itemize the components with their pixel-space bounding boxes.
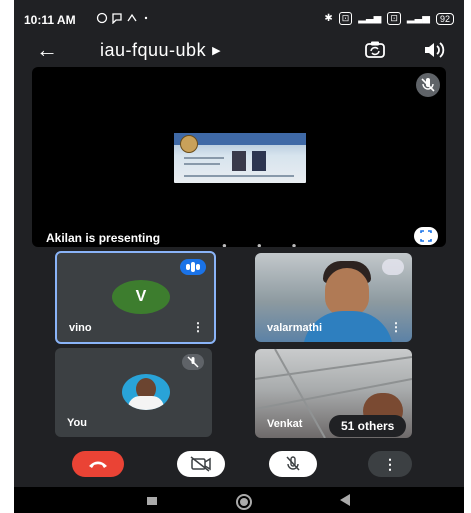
camera-toggle-button[interactable] — [177, 451, 225, 477]
others-count-badge[interactable]: 51 others — [329, 415, 407, 437]
phone-hangup-icon — [89, 461, 107, 468]
notification-icon-group — [96, 12, 148, 25]
signal-2-icon: ▂▃▅ — [406, 13, 430, 24]
participant-name: valarmathi — [267, 322, 323, 334]
phone-screen: 10:11 AM ✱ ⊡ ▂▃▅ ⊡ ▂▃▅ 92 ← iau-fquu-ubk… — [14, 0, 464, 513]
status-bar: 10:11 AM ✱ ⊡ ▂▃▅ ⊡ ▂▃▅ 92 — [14, 0, 464, 36]
slide-seal — [180, 135, 198, 153]
meeting-code-text: iau-fquu-ubk — [100, 40, 207, 60]
slide-line — [184, 163, 220, 165]
participant-tile-valarmathi[interactable]: valarmathi ⋮ — [255, 253, 412, 342]
sim-icon: ⊡ — [387, 12, 401, 25]
notification-icons — [96, 12, 156, 27]
home-icon-inner — [240, 498, 248, 506]
more-vert-icon[interactable]: ⋮ — [390, 320, 402, 334]
mic-off-icon — [286, 456, 300, 471]
camera-switch-icon[interactable] — [364, 40, 386, 60]
participant-name: vino — [69, 322, 92, 334]
participant-tile-vino[interactable]: V vino ⋮ — [55, 251, 216, 344]
more-vert-icon[interactable]: ⋮ — [192, 320, 204, 334]
presenting-label: Akilan is presenting — [46, 231, 161, 245]
more-vert-icon: ⋮ — [383, 456, 397, 472]
slide-photo — [252, 151, 266, 171]
pager-dots: ●●● — [222, 241, 327, 247]
participant-tile-you[interactable]: You — [55, 348, 212, 437]
end-call-button[interactable] — [72, 451, 124, 477]
participant-name: You — [67, 417, 87, 429]
slide-line — [184, 157, 224, 159]
mic-off-icon — [382, 259, 404, 275]
system-status-icons: ✱ ⊡ ▂▃▅ ⊡ ▂▃▅ 92 — [324, 12, 454, 25]
speaker-icon[interactable] — [422, 40, 446, 60]
status-time: 10:11 AM — [24, 13, 76, 27]
participant-name: Venkat — [267, 418, 303, 430]
signal-icon: ▂▃▅ — [358, 13, 382, 24]
recents-icon[interactable] — [147, 497, 157, 505]
back-triangle-icon[interactable] — [340, 494, 350, 506]
slide-photo — [232, 151, 246, 171]
fullscreen-icon[interactable] — [414, 227, 438, 245]
volte-icon: ⊡ — [338, 12, 353, 25]
bluetooth-icon: ✱ — [324, 13, 333, 24]
system-nav-bar — [14, 487, 464, 513]
meeting-code[interactable]: iau-fquu-ubk ▶ — [100, 38, 221, 63]
mic-toggle-button[interactable] — [269, 451, 317, 477]
slide-line — [184, 175, 294, 177]
meeting-top-bar: ← iau-fquu-ubk ▶ — [14, 36, 464, 64]
avatar-body — [128, 396, 164, 410]
avatar — [122, 374, 170, 410]
shared-screen-content — [174, 133, 306, 183]
camera-off-icon — [190, 456, 211, 472]
chevron-right-icon: ▶ — [212, 45, 222, 57]
arrow-left-icon[interactable]: ← — [36, 36, 58, 64]
mic-off-icon — [416, 73, 440, 97]
presentation-area[interactable]: Akilan is presenting ●●● — [32, 67, 446, 247]
speaking-indicator-icon — [180, 259, 206, 275]
avatar: V — [112, 280, 170, 314]
more-options-button[interactable]: ⋮ — [368, 451, 412, 477]
mic-off-icon — [182, 354, 204, 370]
battery-icon: 92 — [435, 12, 454, 25]
video-person-face — [325, 268, 369, 316]
